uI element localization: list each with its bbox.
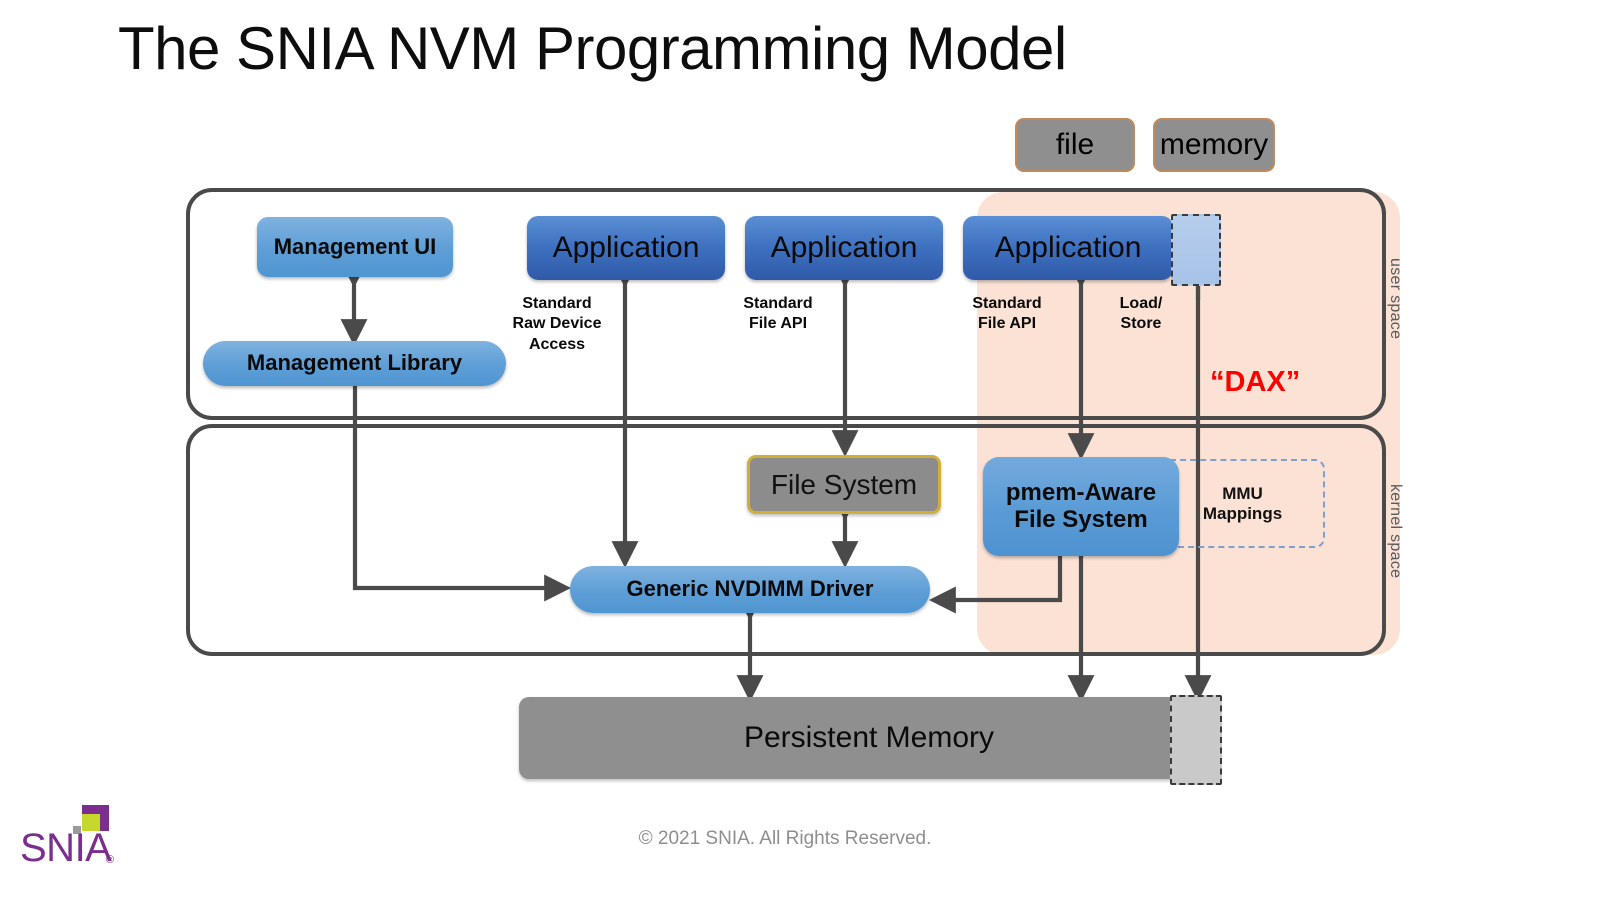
application-raw-device-node[interactable]: Application: [527, 216, 725, 280]
file-system-node[interactable]: File System: [747, 455, 941, 514]
application-file-api-node[interactable]: Application: [745, 216, 943, 280]
mmu-mappings-node: MMU Mappings: [1160, 459, 1325, 548]
persistent-memory-node[interactable]: Persistent Memory: [519, 697, 1219, 779]
caption-standard-file-api-2: Standard File API: [972, 295, 1042, 333]
persistent-memory-mapped-window: [1170, 695, 1222, 785]
management-ui-node[interactable]: Management UI: [257, 217, 453, 277]
management-library-node[interactable]: Management Library: [203, 341, 506, 386]
logo-wordmark: SNIA: [20, 826, 112, 870]
generic-nvdimm-driver-node[interactable]: Generic NVDIMM Driver: [570, 566, 930, 613]
chip-file[interactable]: file: [1015, 118, 1135, 172]
logo-purple-bracket-horizontal: [82, 805, 109, 814]
application-dax-mapped-window: [1171, 214, 1221, 286]
caption-standard-raw-device-access: Standard Raw Device Access: [512, 295, 602, 353]
user-space-label: user space: [1387, 258, 1404, 340]
caption-load-store: Load/ Store: [1119, 295, 1163, 333]
kernel-space-label: kernel space: [1387, 484, 1404, 579]
caption-standard-file-api-1: Standard File API: [743, 295, 813, 333]
slide-canvas: The SNIA NVM Programming Model “DAX” use…: [0, 0, 1600, 900]
logo-registered-mark: ®: [106, 854, 114, 866]
dax-label: “DAX”: [1210, 366, 1301, 398]
copyright-text: © 2021 SNIA. All Rights Reserved.: [638, 828, 932, 849]
pmem-aware-file-system-node[interactable]: pmem-Aware File System: [983, 457, 1179, 556]
snia-logo: SNIA ®: [20, 805, 114, 870]
application-dax-node[interactable]: Application: [963, 216, 1173, 280]
page-title: The SNIA NVM Programming Model: [118, 15, 1067, 82]
chip-memory[interactable]: memory: [1153, 118, 1275, 172]
